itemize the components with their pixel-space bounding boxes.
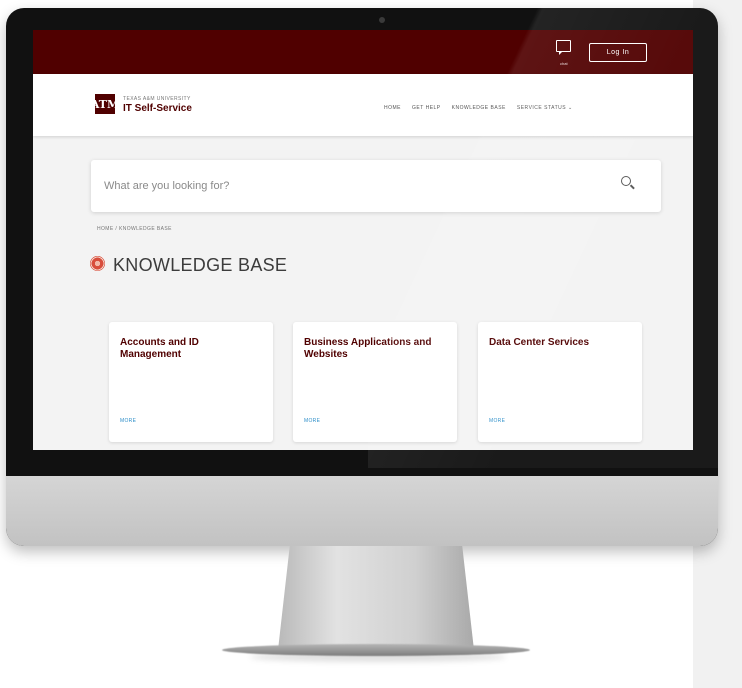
- search-bar[interactable]: What are you looking for?: [91, 160, 661, 212]
- page-title: KNOWLEDGE BASE: [113, 255, 288, 275]
- brand-title[interactable]: IT Self-Service: [123, 103, 192, 114]
- top-bar: chat Log In: [33, 30, 693, 74]
- monitor-stand-base: [222, 644, 530, 656]
- card-more-link[interactable]: MORE: [489, 418, 505, 424]
- nav-link-service-status[interactable]: SERVICE STATUS ⌄: [517, 105, 573, 111]
- nav-link-knowledge-base[interactable]: KNOWLEDGE BASE: [452, 105, 506, 111]
- logo-icon[interactable]: ATM: [91, 94, 119, 114]
- knowledge-base-icon: [90, 256, 105, 271]
- card-title[interactable]: Data Center Services: [489, 337, 629, 349]
- breadcrumb[interactable]: HOME / KNOWLEDGE BASE: [97, 226, 172, 232]
- monitor: chat Log In ATM TEXAS A&M UNIVERSITY IT …: [6, 8, 718, 546]
- card-title[interactable]: Accounts and ID Management: [120, 337, 260, 361]
- search-icon[interactable]: [621, 176, 635, 190]
- screen: chat Log In ATM TEXAS A&M UNIVERSITY IT …: [33, 30, 693, 450]
- nav-link-get-help[interactable]: GET HELP: [412, 105, 441, 111]
- navbar: ATM TEXAS A&M UNIVERSITY IT Self-Service…: [33, 74, 693, 136]
- camera-icon: [379, 17, 385, 23]
- category-card-business-apps[interactable]: Business Applications and Websites MORE: [293, 322, 457, 442]
- search-input[interactable]: What are you looking for?: [104, 180, 229, 192]
- category-card-data-center[interactable]: Data Center Services MORE: [478, 322, 642, 442]
- monitor-stand-neck: [278, 546, 474, 650]
- chat-caption: chat: [560, 61, 568, 66]
- card-more-link[interactable]: MORE: [304, 418, 320, 424]
- card-more-link[interactable]: MORE: [120, 418, 136, 424]
- nav-links: HOME GET HELP KNOWLEDGE BASE SERVICE STA…: [384, 105, 573, 111]
- brand-university: TEXAS A&M UNIVERSITY: [123, 96, 191, 102]
- login-button[interactable]: Log In: [589, 43, 647, 62]
- nav-link-home[interactable]: HOME: [384, 105, 401, 111]
- monitor-chin: [6, 476, 718, 546]
- card-title[interactable]: Business Applications and Websites: [304, 337, 444, 361]
- chat-icon[interactable]: [556, 40, 572, 60]
- category-card-accounts[interactable]: Accounts and ID Management MORE: [109, 322, 273, 442]
